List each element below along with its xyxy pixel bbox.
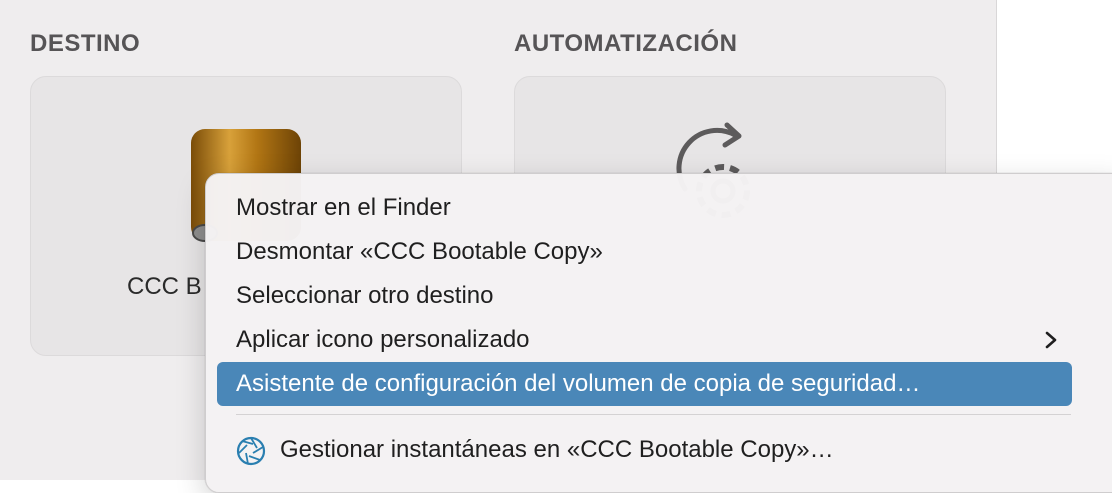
destination-section-title: DESTINO xyxy=(30,30,141,57)
menu-item-backup-volume-setup-assistant[interactable]: Asistente de configuración del volumen d… xyxy=(217,362,1072,406)
menu-item-show-in-finder[interactable]: Mostrar en el Finder xyxy=(217,186,1072,230)
chevron-right-icon xyxy=(1045,331,1057,349)
menu-item-label: Seleccionar otro destino xyxy=(236,282,494,309)
menu-item-label: Gestionar instantáneas en «CCC Bootable … xyxy=(280,436,834,463)
menu-item-apply-custom-icon[interactable]: Aplicar icono personalizado xyxy=(217,318,1072,362)
context-menu: Mostrar en el Finder Desmontar «CCC Boot… xyxy=(205,173,1112,493)
menu-item-label: Asistente de configuración del volumen d… xyxy=(236,370,921,397)
automation-section-title: AUTOMATIZACIÓN xyxy=(514,30,738,57)
destination-volume-label: CCC B xyxy=(127,273,202,300)
menu-item-unmount[interactable]: Desmontar «CCC Bootable Copy» xyxy=(217,230,1072,274)
menu-item-label: Mostrar en el Finder xyxy=(236,194,451,221)
menu-item-manage-snapshots[interactable]: Gestionar instantáneas en «CCC Bootable … xyxy=(217,428,1072,472)
menu-item-select-other-destination[interactable]: Seleccionar otro destino xyxy=(217,274,1072,318)
menu-item-label: Aplicar icono personalizado xyxy=(236,326,530,353)
menu-separator xyxy=(236,414,1071,415)
aperture-icon xyxy=(236,436,266,466)
menu-item-label: Desmontar «CCC Bootable Copy» xyxy=(236,238,603,265)
